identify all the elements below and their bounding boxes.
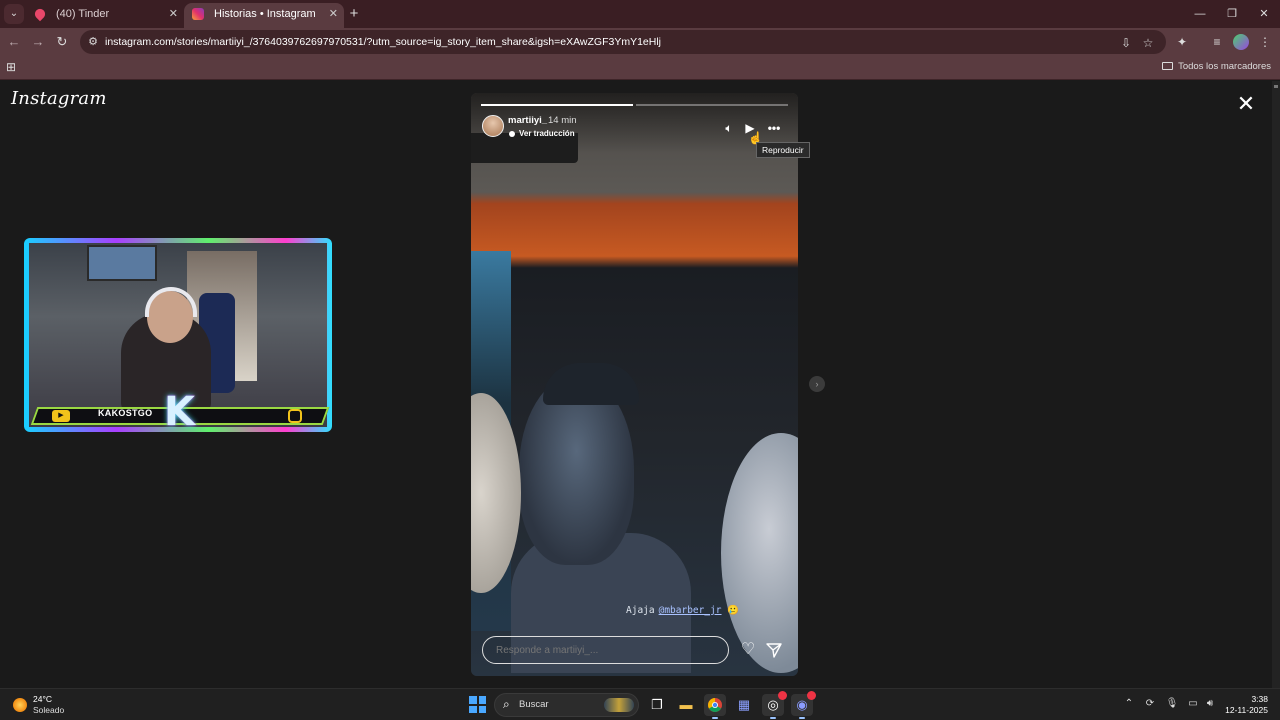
volume-icon[interactable]: 🔈︎ <box>721 120 737 136</box>
sync-icon[interactable]: ⟳ <box>1143 697 1157 711</box>
reload-button[interactable]: ↻ <box>52 32 72 52</box>
site-info-icon[interactable]: ⚙ <box>86 35 100 49</box>
instagram-logo[interactable]: Instagram <box>11 88 107 109</box>
streamer-nameplate: ▶ KAKOSTGO K <box>30 389 330 435</box>
tab-title: (40) Tinder <box>56 8 110 20</box>
notification-badge <box>807 691 816 700</box>
caption-emoji: 🥲 <box>727 605 740 616</box>
streamer-name: KAKOSTGO <box>98 408 153 418</box>
weather-condition[interactable]: Soleado <box>33 705 64 715</box>
profile-avatar[interactable] <box>1233 34 1249 50</box>
caption-text: Ajaja <box>626 605 655 616</box>
chrome-icon[interactable] <box>704 694 726 719</box>
address-bar[interactable]: ⚙ instagram.com/stories/martiiyi_/376403… <box>80 30 1166 54</box>
notification-badge <box>778 691 787 700</box>
search-label: Buscar <box>519 699 549 710</box>
game-launcher-icon[interactable]: ◎ <box>762 691 787 719</box>
play-tooltip: Reproducir <box>756 142 810 158</box>
all-bookmarks-label: Todos los marcadores <box>1178 61 1271 72</box>
minimize-button[interactable]: — <box>1184 0 1216 28</box>
next-story-arrow[interactable]: › <box>809 376 825 392</box>
translate-icon <box>509 130 515 137</box>
apps-grid-icon[interactable]: ⊞ <box>6 60 20 74</box>
back-button[interactable]: ← <box>4 32 24 52</box>
youtube-icon: ▶ <box>52 410 70 422</box>
instagram-icon <box>192 8 204 20</box>
heart-icon[interactable]: ♡ <box>738 641 758 659</box>
reply-input[interactable] <box>482 636 729 664</box>
media-controls-icon[interactable]: ≡ <box>1207 32 1227 52</box>
instagram-icon <box>288 409 302 423</box>
story-time: 14 min <box>548 115 577 126</box>
story-progress <box>481 104 788 106</box>
story-photo <box>471 93 798 676</box>
url-text: instagram.com/stories/martiiyi_/37640397… <box>105 36 662 48</box>
clock-time[interactable]: 3:38 <box>1251 694 1268 704</box>
bookmarks-bar: ⊞ Todos los marcadores <box>0 56 1280 80</box>
instagram-stories-page: Instagram ✕ ▶ KAKOSTGO K martiiyi_ 14 mi… <box>0 81 1280 688</box>
tab-tinder[interactable]: (40) Tinder ✕ <box>26 3 184 28</box>
tab-instagram[interactable]: Historias • Instagram ✕ <box>184 3 344 28</box>
close-icon[interactable]: ✕ <box>169 3 178 25</box>
all-bookmarks-button[interactable]: Todos los marcadores <box>1162 56 1271 78</box>
close-icon[interactable]: ✕ <box>329 3 338 25</box>
story-caption: Ajaja @mbarber_jr 🥲 <box>626 605 739 616</box>
see-translation-button[interactable]: Ver traducción <box>509 129 575 138</box>
window-controls: — ❐ ✕ <box>1184 0 1280 28</box>
tinder-flame-icon <box>32 6 48 22</box>
avatar[interactable] <box>482 115 504 137</box>
search-highlight-icon <box>604 698 634 712</box>
microphone-icon[interactable]: 🎙︎ <box>1165 697 1179 711</box>
taskbar-search[interactable]: ⌕ Buscar <box>494 693 639 717</box>
caption-mention[interactable]: @mbarber_jr <box>659 605 722 616</box>
search-icon: ⌕ <box>503 697 510 711</box>
more-options-icon[interactable]: ••• <box>766 120 782 136</box>
clock-date[interactable]: 12-11-2025 <box>1225 705 1268 715</box>
install-app-icon[interactable]: ⇩ <box>1117 34 1135 52</box>
app-icon[interactable]: ▦ <box>733 694 755 716</box>
window-close-button[interactable]: ✕ <box>1248 0 1280 28</box>
send-icon[interactable] <box>765 641 783 659</box>
menu-icon[interactable]: ⋮ <box>1255 32 1275 52</box>
network-icon[interactable]: ▭ <box>1186 697 1200 711</box>
browser-tab-bar: ⌄ (40) Tinder ✕ Historias • Instagram ✕ … <box>0 0 1280 28</box>
start-button[interactable] <box>469 696 486 713</box>
windows-taskbar: 24°C Soleado ⌕ Buscar ❐ ▬ ▦ ◎ ◉ ⌃ ⟳ 🎙︎ ▭… <box>0 688 1280 720</box>
restore-button[interactable]: ❐ <box>1216 0 1248 28</box>
streamer-logo: K <box>164 389 195 435</box>
chevron-up-icon[interactable]: ⌃ <box>1122 697 1136 711</box>
browser-toolbar: ← → ↻ ⚙ instagram.com/stories/martiiyi_/… <box>0 28 1280 56</box>
tab-search-button[interactable]: ⌄ <box>4 4 24 24</box>
progress-segment-fill <box>481 104 633 106</box>
forward-button[interactable]: → <box>28 32 48 52</box>
sun-icon[interactable] <box>13 698 27 712</box>
extensions-icon[interactable]: ✦ <box>1172 32 1192 52</box>
task-view-icon[interactable]: ❐ <box>646 694 668 716</box>
file-explorer-icon[interactable]: ▬ <box>675 694 697 716</box>
weather-temperature[interactable]: 24°C <box>33 694 52 704</box>
discord-icon[interactable]: ◉ <box>791 691 816 719</box>
close-story-button[interactable]: ✕ <box>1234 93 1258 117</box>
bookmark-star-icon[interactable]: ☆ <box>1139 34 1157 52</box>
translate-label: Ver traducción <box>519 129 575 138</box>
folder-icon <box>1162 62 1174 71</box>
new-tab-button[interactable]: + <box>346 4 362 24</box>
volume-icon[interactable]: 🔊︎ <box>1203 697 1217 711</box>
tab-title: Historias • Instagram <box>214 8 316 20</box>
scrollbar[interactable] <box>1272 81 1280 688</box>
story-username[interactable]: martiiyi_ <box>508 115 547 126</box>
story-viewer[interactable]: martiiyi_ 14 min Ver traducción 🔈︎ ▶ •••… <box>471 93 798 676</box>
